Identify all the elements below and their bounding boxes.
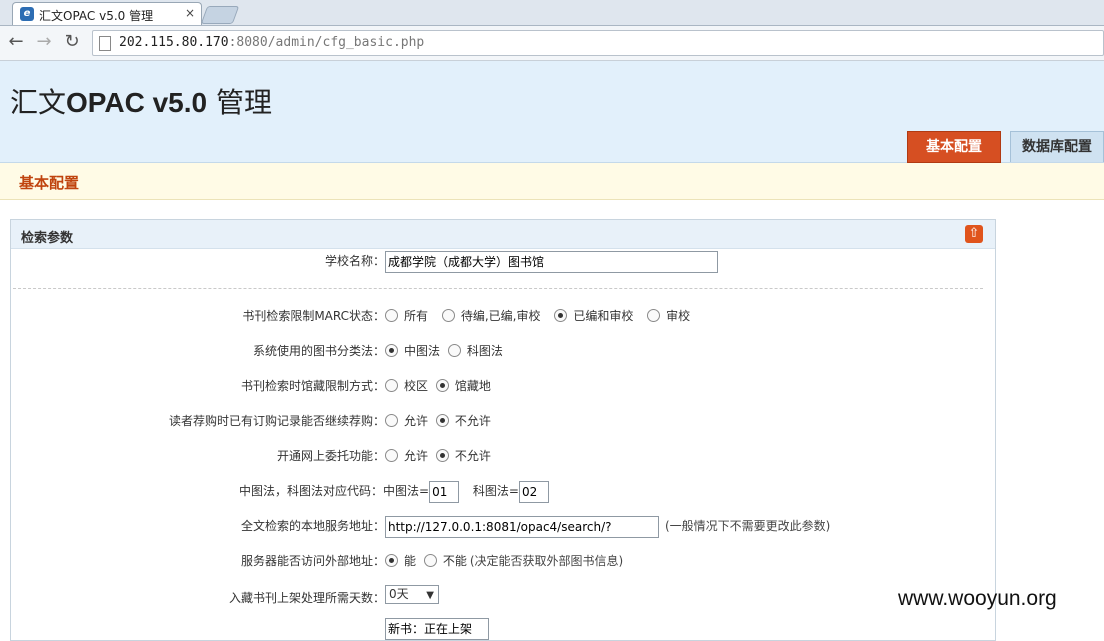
row-marc-status: 书刊检索限制MARC状态： 所有 待编,已编,审校 已编和审校 审校: [11, 304, 995, 328]
url-path: :8080/admin/cfg_basic.php: [228, 35, 425, 50]
marc-radio-cataloged[interactable]: [554, 309, 568, 322]
fulltext-url-label: 全文检索的本地服务地址：: [240, 519, 385, 533]
panel-title: 检索参数: [21, 231, 74, 246]
collapse-arrow-icon[interactable]: ⇧: [965, 225, 983, 243]
school-name-input[interactable]: 成都学院（成都大学）图书馆: [385, 250, 718, 273]
recommend-radio-allow[interactable]: [385, 414, 398, 427]
marc-option-label: 所有: [404, 309, 429, 323]
location-radio-campus[interactable]: [385, 379, 398, 392]
external-radio-no[interactable]: [423, 554, 437, 567]
forward-arrow-icon[interactable]: →: [34, 32, 54, 52]
marc-option-label: 待编,已编,审校: [460, 309, 541, 323]
recommend-option-label: 不允许: [454, 414, 491, 428]
marc-radio-pending[interactable]: [441, 309, 455, 322]
browser-tab[interactable]: e 汇文OPAC v5.0 管理 ×: [12, 2, 202, 25]
sci-code-label: 科图法=: [472, 484, 519, 498]
tab-close-icon[interactable]: ×: [185, 6, 195, 20]
marc-radio-all[interactable]: [385, 309, 398, 322]
delegate-option-label: 不允许: [454, 449, 491, 463]
tab-basic-config[interactable]: 基本配置: [907, 131, 1001, 163]
external-access-hint: (决定能否获取外部图书信息): [469, 554, 624, 568]
classification-radio-sci[interactable]: [447, 344, 461, 357]
online-delegate-label: 开通网上委托功能：: [276, 449, 385, 463]
panel-header: 检索参数 ⇧: [11, 220, 995, 249]
title-suffix: 管理: [207, 86, 273, 119]
url-host: 202.115.80.170: [119, 35, 229, 50]
shelving-days-value: 0天: [389, 587, 409, 601]
new-book-text-input[interactable]: 新书：正在上架: [385, 617, 489, 640]
divider: [13, 288, 983, 289]
external-radio-yes[interactable]: [385, 554, 398, 567]
tab-database-config[interactable]: 数据库配置: [1010, 131, 1104, 162]
sci-code-input[interactable]: 02: [518, 480, 549, 503]
section-bar: 基本配置: [0, 163, 1104, 200]
classification-radio-clc[interactable]: [385, 344, 398, 357]
watermark: www.wooyun.org: [898, 587, 1057, 610]
row-online-delegate: 开通网上委托功能： 允许 不允许: [11, 444, 995, 468]
class-codes-label: 中图法，科图法对应代码：: [238, 484, 383, 498]
section-title: 基本配置: [19, 174, 80, 192]
delegate-option-label: 允许: [404, 449, 429, 463]
shelving-days-select[interactable]: 0天 ▼: [385, 585, 439, 604]
search-params-panel: 检索参数 ⇧ 学校名称： 成都学院（成都大学）图书馆 书刊检索限制MARC状态：…: [10, 219, 996, 641]
row-classification: 系统使用的图书分类法： 中图法 科图法: [11, 339, 995, 363]
title-prefix: 汇文: [10, 86, 67, 119]
page-favicon-icon: e: [20, 7, 34, 21]
marc-option-label: 审校: [666, 309, 691, 323]
page-header: 汇文OPAC v5.0 管理 基本配置 数据库配置: [0, 61, 1104, 163]
delegate-radio-allow[interactable]: [385, 449, 398, 462]
row-external-access: 服务器能否访问外部地址： 能 不能 (决定能否获取外部图书信息): [11, 549, 995, 573]
row-location-limit: 书刊检索时馆藏限制方式： 校区 馆藏地: [11, 374, 995, 398]
browser-tab-bar: e 汇文OPAC v5.0 管理 ×: [0, 0, 1104, 26]
clc-code-input[interactable]: 01: [429, 480, 460, 503]
tab-title: 汇文OPAC v5.0 管理: [39, 9, 154, 23]
recommend-ordered-label: 读者荐购时已有订购记录能否继续荐购：: [168, 414, 385, 428]
url-text: 202.115.80.170:8080/admin/cfg_basic.php: [119, 35, 424, 50]
fulltext-url-input[interactable]: http://127.0.0.1:8081/opac4/search/?: [385, 515, 659, 538]
address-bar[interactable]: 202.115.80.170:8080/admin/cfg_basic.php: [92, 30, 1104, 56]
row-school-name: 学校名称： 成都学院（成都大学）图书馆: [11, 249, 995, 273]
location-option-label: 校区: [404, 379, 429, 393]
browser-nav-bar: ← → ↻ 202.115.80.170:8080/admin/cfg_basi…: [0, 26, 1104, 61]
location-limit-label: 书刊检索时馆藏限制方式：: [240, 379, 385, 393]
school-name-label: 学校名称：: [324, 254, 385, 268]
delegate-radio-deny[interactable]: [435, 449, 449, 462]
external-access-label: 服务器能否访问外部地址：: [240, 554, 385, 568]
row-shelving-days: 入藏书刊上架处理所需天数： 0天 ▼: [11, 582, 995, 606]
clc-code-label: 中图法=: [383, 484, 430, 498]
title-brand: OPAC v5.0: [66, 87, 208, 118]
location-radio-collection[interactable]: [435, 379, 449, 392]
page-title: 汇文OPAC v5.0 管理: [10, 81, 272, 121]
new-tab-button[interactable]: [200, 6, 240, 24]
shelving-days-label: 入藏书刊上架处理所需天数：: [228, 591, 385, 605]
page-icon: [99, 36, 111, 51]
recommend-option-label: 允许: [404, 414, 429, 428]
dropdown-arrow-icon: ▼: [426, 590, 434, 601]
classification-label: 系统使用的图书分类法：: [252, 344, 385, 358]
recommend-radio-deny[interactable]: [435, 414, 449, 427]
marc-radio-review[interactable]: [647, 309, 661, 322]
external-option-label: 不能: [442, 554, 467, 568]
fulltext-url-hint: (一般情况下不需要更改此参数): [665, 519, 831, 533]
reload-icon[interactable]: ↻: [62, 32, 82, 52]
marc-status-label: 书刊检索限制MARC状态：: [242, 309, 385, 323]
external-option-label: 能: [404, 554, 417, 568]
back-arrow-icon[interactable]: ←: [6, 32, 26, 52]
row-fulltext-url: 全文检索的本地服务地址： http://127.0.0.1:8081/opac4…: [11, 514, 995, 538]
location-option-label: 馆藏地: [454, 379, 491, 393]
row-new-book-text: 新书：正在上架: [11, 616, 995, 640]
classification-option-label: 中图法: [404, 344, 441, 358]
row-class-codes: 中图法，科图法对应代码： 中图法= 01 科图法= 02: [11, 479, 995, 503]
row-recommend-ordered: 读者荐购时已有订购记录能否继续荐购： 允许 不允许: [11, 409, 995, 433]
marc-option-label: 已编和审校: [573, 309, 634, 323]
classification-option-label: 科图法: [466, 344, 503, 358]
